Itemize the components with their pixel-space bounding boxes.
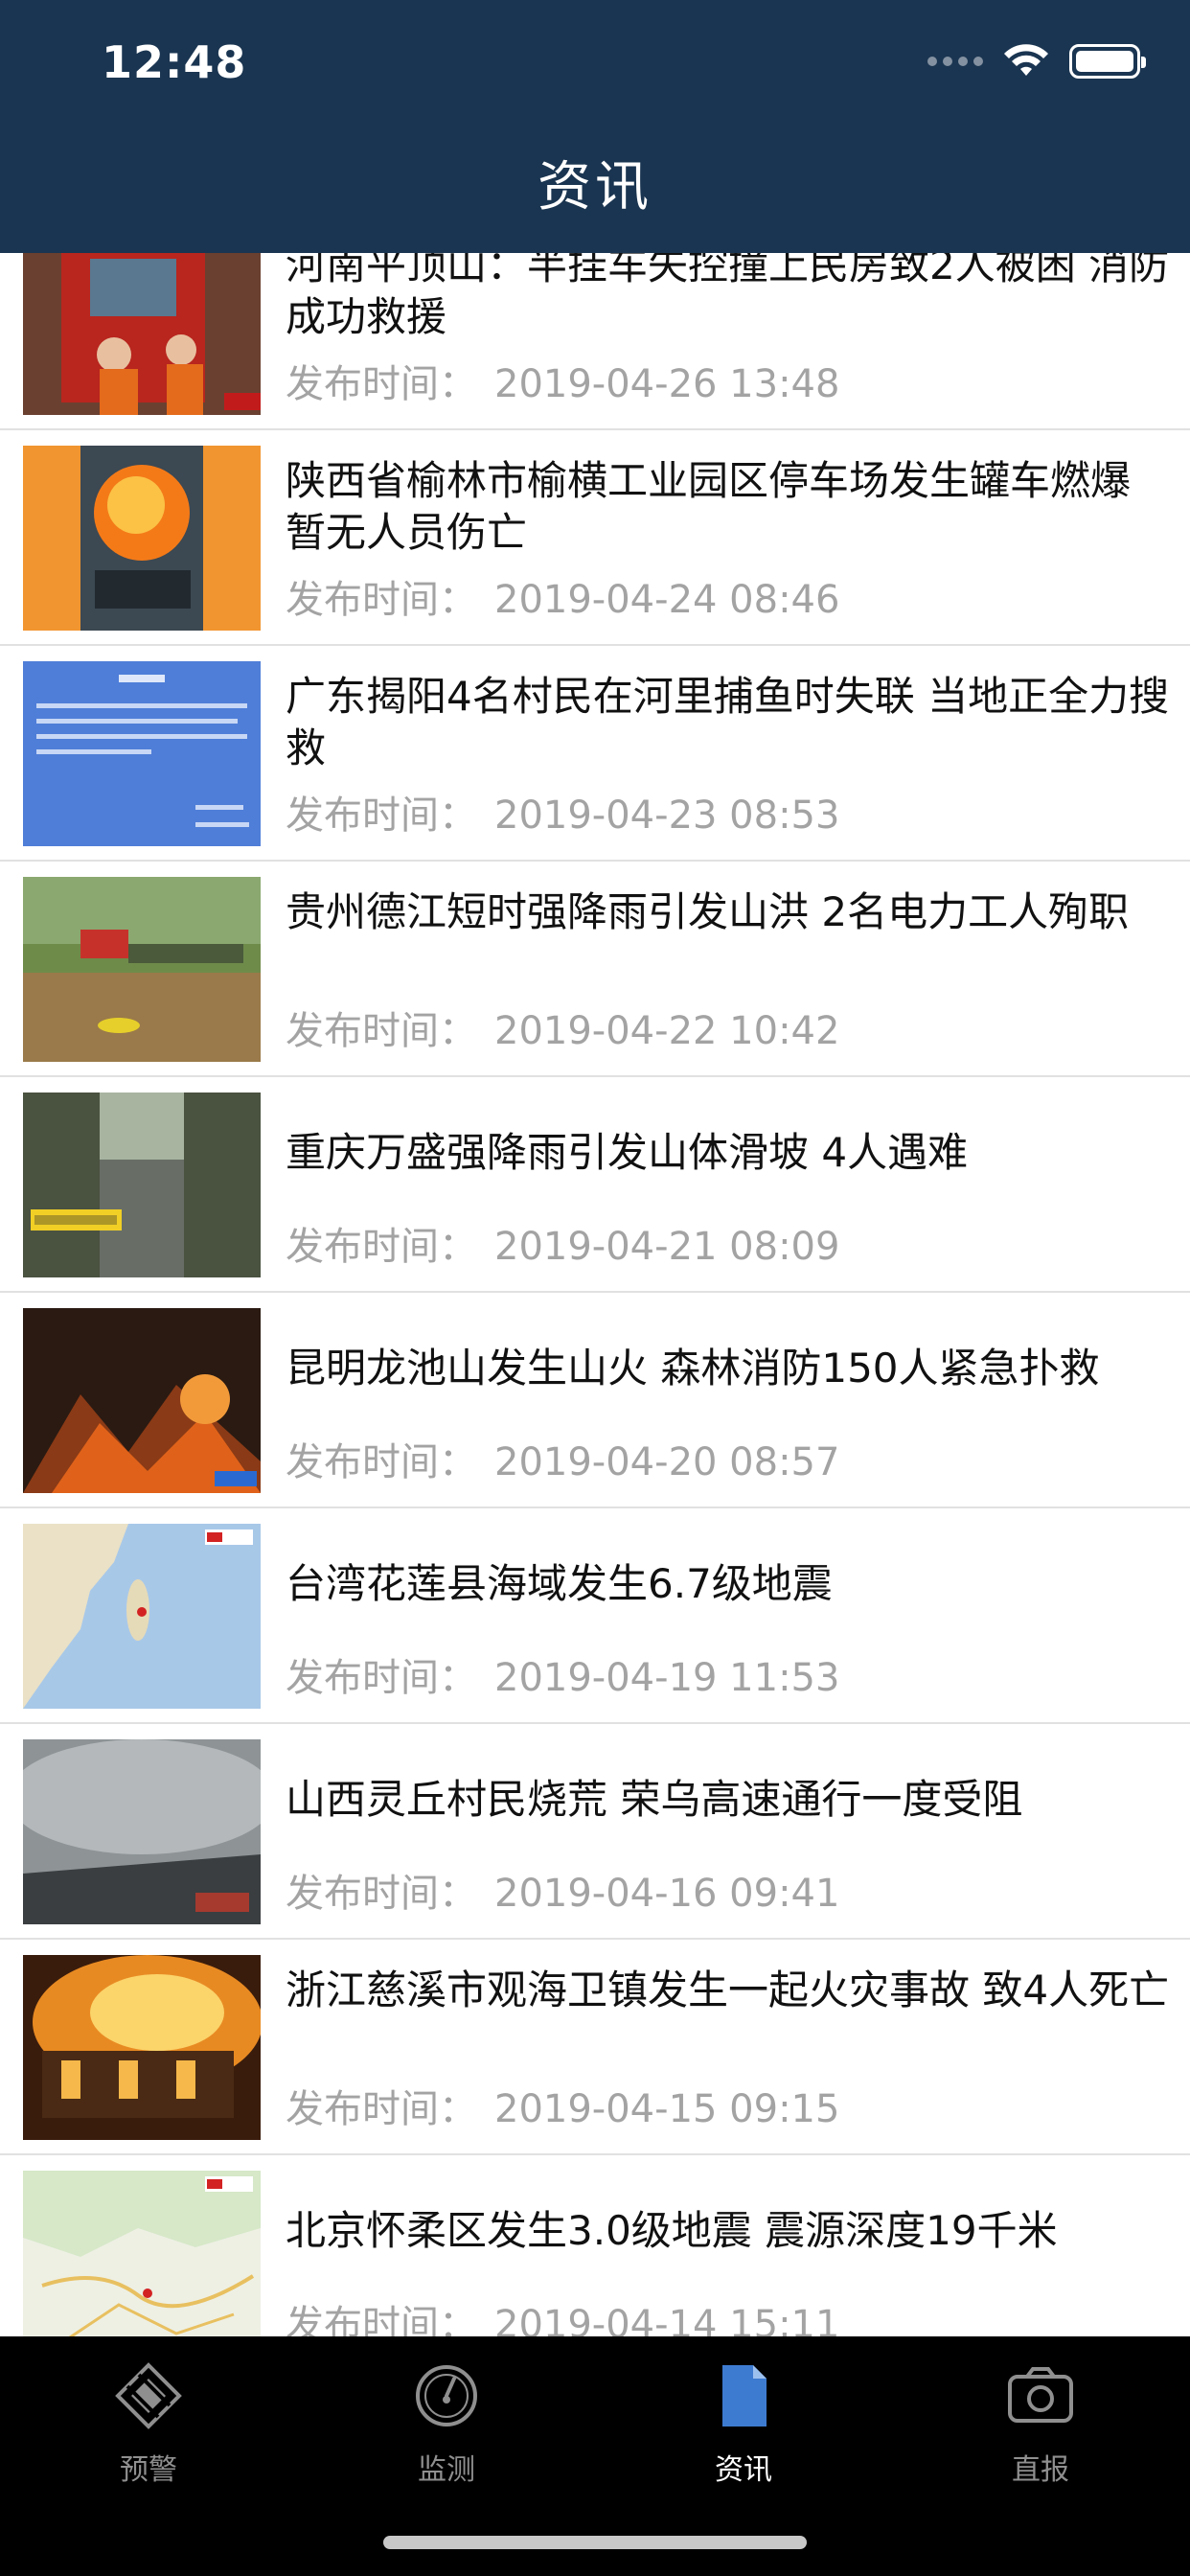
tab-news[interactable]: 资讯 [657, 2361, 830, 2496]
time-value: 2019-04-20 08:57 [494, 1440, 840, 1484]
wifi-icon [1004, 44, 1048, 76]
news-thumbnail [23, 253, 261, 415]
time-value: 2019-04-24 08:46 [494, 578, 840, 622]
news-time: 发布时间： 2019-04-20 08:57 [286, 1431, 839, 1486]
tab-label: 预警 [120, 2453, 177, 2487]
news-thumbnail [23, 1308, 261, 1493]
news-item[interactable]: 北京怀柔区发生3.0级地震 震源深度19千米 发布时间： 2019-04-14 1… [0, 2155, 1190, 2336]
time-label: 发布时间： [286, 2303, 477, 2336]
gauge-icon [416, 2365, 477, 2426]
time-value: 2019-04-15 09:15 [494, 2087, 840, 2131]
news-time: 发布时间： 2019-04-26 13:48 [286, 353, 839, 408]
news-thumbnail [23, 2171, 261, 2336]
news-title: 陕西省榆林市榆横工业园区停车场发生罐车燃爆 暂无人员伤亡 [286, 457, 1132, 556]
news-thumbnail [23, 877, 261, 1062]
news-item[interactable]: 山西灵丘村民烧荒 荣乌高速通行一度受阻 发布时间： 2019-04-16 09:4… [0, 1724, 1190, 1940]
news-item[interactable]: 台湾花莲县海域发生6.7级地震 发布时间： 2019-04-19 11:53 [0, 1508, 1190, 1724]
news-time: 发布时间： 2019-04-14 15:11 [286, 2293, 839, 2336]
news-list[interactable]: 河南平顶山：半挂车失控撞上民房致2人被困 消防成功救援 发布时间： 2019-04… [0, 253, 1190, 2336]
time-value: 2019-04-26 13:48 [494, 362, 840, 406]
app-screen: 12:48 资讯 河南平顶山：半挂车失控撞上民房致2人被困 消防成功救援 发布时… [0, 0, 1190, 2576]
tab-warning[interactable]: 预警 [62, 2361, 235, 2496]
news-thumbnail [23, 1955, 261, 2140]
time-label: 发布时间： [286, 362, 477, 406]
news-time: 发布时间： 2019-04-24 08:46 [286, 568, 839, 624]
cellular-signal-icon [927, 57, 983, 66]
news-time: 发布时间： 2019-04-19 11:53 [286, 1646, 839, 1702]
news-title: 昆明龙池山发生山火 森林消防150人紧急扑救 [286, 1345, 1100, 1392]
news-title: 重庆万盛强降雨引发山体滑坡 4人遇难 [286, 1129, 969, 1176]
news-title: 贵州德江短时强降雨引发山洪 2名电力工人殉职 [286, 888, 1130, 935]
news-time: 发布时间： 2019-04-16 09:41 [286, 1862, 839, 1918]
tab-label: 资讯 [715, 2453, 772, 2487]
home-indicator[interactable] [383, 2536, 807, 2549]
status-time: 12:48 [102, 36, 247, 88]
time-value: 2019-04-21 08:09 [494, 1225, 840, 1269]
news-item[interactable]: 重庆万盛强降雨引发山体滑坡 4人遇难 发布时间： 2019-04-21 08:09 [0, 1077, 1190, 1293]
news-time: 发布时间： 2019-04-15 09:15 [286, 2078, 839, 2133]
page-title: 资讯 [538, 156, 652, 218]
camera-icon [1008, 2367, 1073, 2423]
news-title: 河南平顶山：半挂车失控撞上民房致2人被困 消防成功救援 [286, 253, 1170, 340]
time-value: 2019-04-23 08:53 [494, 794, 840, 838]
news-title: 山西灵丘村民烧荒 荣乌高速通行一度受阻 [286, 1776, 1023, 1823]
news-thumbnail [23, 1739, 261, 1924]
news-title: 浙江慈溪市观海卫镇发生一起火灾事故 致4人死亡 [286, 1966, 1170, 2013]
tab-label: 监测 [418, 2453, 475, 2487]
news-thumbnail [23, 1092, 261, 1277]
news-item[interactable]: 陕西省榆林市榆横工业园区停车场发生罐车燃爆 暂无人员伤亡 发布时间： 2019-0… [0, 430, 1190, 646]
time-label: 发布时间： [286, 578, 477, 622]
news-thumbnail [23, 446, 261, 631]
time-label: 发布时间： [286, 1225, 477, 1269]
news-title: 台湾花莲县海域发生6.7级地震 [286, 1560, 833, 1607]
time-value: 2019-04-19 11:53 [494, 1656, 840, 1700]
document-icon [722, 2365, 767, 2426]
news-time: 发布时间： 2019-04-21 08:09 [286, 1215, 839, 1271]
warning-diamond-icon [115, 2362, 182, 2429]
news-thumbnail [23, 1524, 261, 1709]
battery-icon [1069, 44, 1146, 79]
time-value: 2019-04-14 15:11 [494, 2303, 840, 2336]
time-label: 发布时间： [286, 1656, 477, 1700]
tab-label: 直报 [1012, 2453, 1069, 2487]
time-value: 2019-04-22 10:42 [494, 1009, 840, 1053]
news-item[interactable]: 浙江慈溪市观海卫镇发生一起火灾事故 致4人死亡 发布时间： 2019-04-15 … [0, 1940, 1190, 2155]
time-label: 发布时间： [286, 1440, 477, 1484]
news-time: 发布时间： 2019-04-22 10:42 [286, 1000, 839, 1055]
tab-report[interactable]: 直报 [954, 2361, 1127, 2496]
nav-header: 12:48 资讯 [0, 0, 1190, 253]
news-item[interactable]: 广东揭阳4名村民在河里捕鱼时失联 当地正全力搜救 发布时间： 2019-04-23… [0, 646, 1190, 862]
time-label: 发布时间： [286, 1009, 477, 1053]
news-item[interactable]: 昆明龙池山发生山火 森林消防150人紧急扑救 发布时间： 2019-04-20 0… [0, 1293, 1190, 1508]
tab-monitor[interactable]: 监测 [360, 2361, 533, 2496]
time-value: 2019-04-16 09:41 [494, 1872, 840, 1916]
news-title: 广东揭阳4名村民在河里捕鱼时失联 当地正全力搜救 [286, 673, 1170, 771]
news-item[interactable]: 河南平顶山：半挂车失控撞上民房致2人被困 消防成功救援 发布时间： 2019-04… [0, 253, 1190, 430]
time-label: 发布时间： [286, 1872, 477, 1916]
time-label: 发布时间： [286, 794, 477, 838]
time-label: 发布时间： [286, 2087, 477, 2131]
news-thumbnail [23, 661, 261, 846]
news-item[interactable]: 贵州德江短时强降雨引发山洪 2名电力工人殉职 发布时间： 2019-04-22 1… [0, 862, 1190, 1077]
news-title: 北京怀柔区发生3.0级地震 震源深度19千米 [286, 2207, 1058, 2254]
news-time: 发布时间： 2019-04-23 08:53 [286, 784, 839, 840]
status-indicators [927, 42, 1146, 80]
